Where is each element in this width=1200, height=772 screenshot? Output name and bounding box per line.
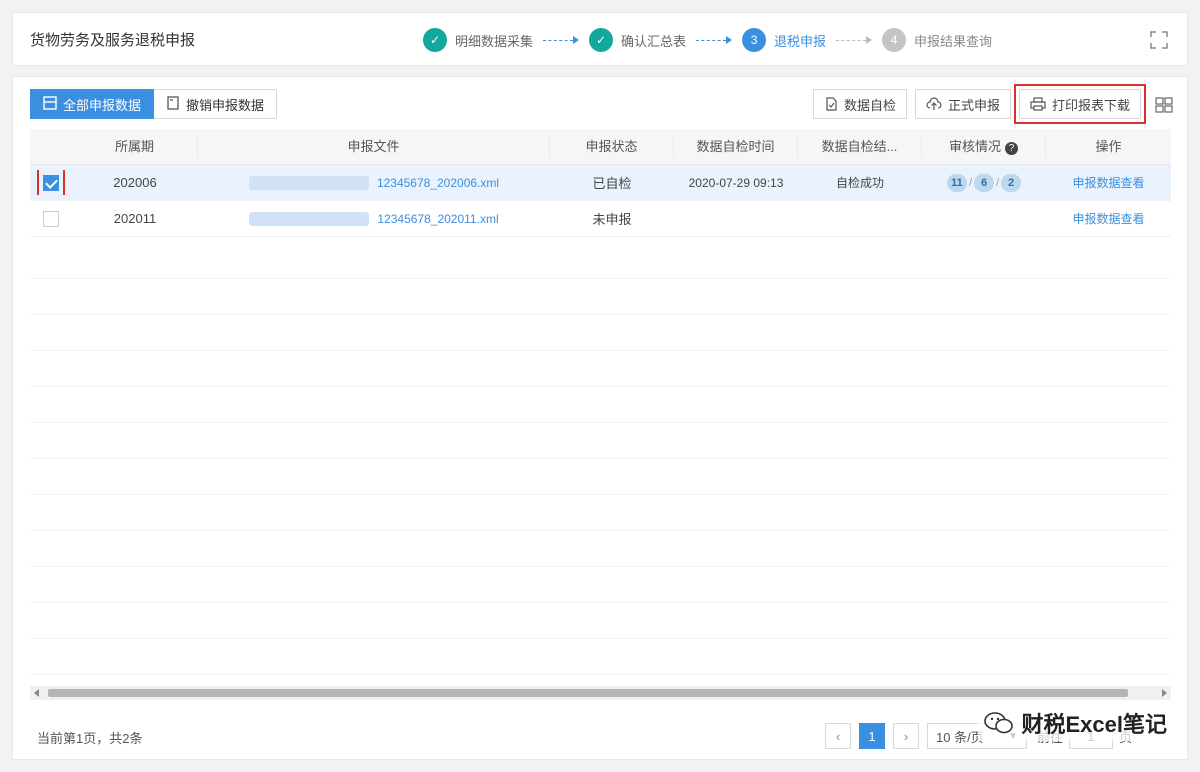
header-check-result: 数据自检结... [798, 136, 922, 157]
check-icon: ✓ [423, 28, 447, 52]
step-arrow-icon [836, 36, 873, 44]
data-selfcheck-button[interactable]: 数据自检 [812, 89, 907, 119]
period-cell: 202011 [113, 211, 157, 226]
audit-badge[interactable]: 2 [1001, 173, 1022, 192]
list-icon [43, 95, 57, 113]
column-settings-icon[interactable] [1155, 97, 1173, 113]
help-icon[interactable]: ? [1005, 141, 1018, 155]
header-audit: 审核情况? [922, 136, 1046, 157]
step-confirm-summary[interactable]: ✓ 确认汇总表 [589, 28, 686, 52]
next-page-button[interactable]: › [893, 723, 919, 749]
page-summary: 当前第1页，共2条 [37, 731, 143, 746]
formal-submit-button[interactable]: 正式申报 [914, 89, 1011, 119]
redacted-area [249, 212, 370, 227]
fullscreen-icon[interactable] [1149, 30, 1169, 50]
prev-page-button[interactable]: ‹ [825, 723, 851, 749]
check-time-cell: 2020-07-29 09:13 [688, 175, 784, 190]
audit-badge[interactable]: 6 [974, 173, 994, 192]
check-icon: ✓ [589, 28, 614, 52]
step-indicator: ✓ 明细数据采集 ✓ 确认汇总表 3 退税申报 4 申报结果查询 [423, 27, 992, 53]
header-period: 所属期 [72, 136, 198, 157]
file-check-icon [824, 97, 838, 111]
period-cell: 202006 [113, 175, 157, 190]
scroll-left-icon[interactable] [34, 689, 39, 697]
status-cell: 未申报 [592, 212, 632, 227]
table-header: 所属期 申报文件 申报状态 数据自检时间 数据自检结... 审核情况? 操作 [30, 129, 1171, 165]
upload-cloud-icon [926, 97, 942, 111]
header-file: 申报文件 [198, 136, 550, 157]
step-result-query[interactable]: 4 申报结果查询 [882, 28, 992, 52]
print-report-download-button[interactable]: 打印报表下载 [1013, 84, 1147, 124]
data-tabs: 全部申报数据 撤销申报数据 [30, 89, 278, 119]
top-bar: 货物劳务及服务退税申报 ✓ 明细数据采集 ✓ 确认汇总表 3 退税申报 4 申报… [12, 12, 1188, 66]
step-number: 4 [882, 28, 907, 52]
audit-badge[interactable]: 11 [946, 173, 967, 192]
audit-cell: 11 / 6 / 2 [922, 173, 1046, 192]
table-row[interactable]: 202006 12345678_202006.xml 已自检 2020-07-2… [30, 165, 1171, 201]
step-arrow-icon [696, 36, 733, 44]
page-number-button[interactable]: 1 [859, 723, 885, 749]
main-panel: 全部申报数据 撤销申报数据 数据自检 正式申报 打印报表下载 所属期 申报文件 … [12, 76, 1188, 760]
redacted-area [248, 176, 369, 191]
header-status: 申报状态 [550, 136, 674, 157]
status-cell: 已自检 [592, 176, 632, 191]
view-data-link[interactable]: 申报数据查看 [1072, 212, 1144, 226]
file-link[interactable]: 12345678_202006.xml [377, 176, 499, 190]
tab-cancel-declare-data[interactable]: 撤销申报数据 [154, 89, 278, 119]
page-title: 货物劳务及服务退税申报 [30, 32, 196, 49]
step-arrow-icon [543, 36, 580, 44]
view-data-link[interactable]: 申报数据查看 [1072, 176, 1144, 190]
printer-icon [1030, 97, 1046, 111]
wechat-icon [983, 711, 1014, 735]
step-refund-declare[interactable]: 3 退税申报 [742, 28, 826, 52]
check-result-cell: 自检成功 [835, 176, 884, 190]
header-check-time: 数据自检时间 [674, 136, 798, 157]
document-icon [166, 95, 180, 113]
step-detail-collect[interactable]: ✓ 明细数据采集 [423, 28, 533, 52]
watermark: 财税Excel笔记 [977, 705, 1173, 741]
horizontal-scrollbar[interactable] [30, 686, 1171, 700]
table-row[interactable]: 202011 12345678_202011.xml 未申报 申报数据查看 [30, 201, 1171, 237]
header-action: 操作 [1095, 138, 1122, 154]
declare-table: 所属期 申报文件 申报状态 数据自检时间 数据自检结... 审核情况? 操作 2… [30, 129, 1171, 237]
scroll-right-icon[interactable] [1162, 689, 1167, 697]
step-number: 3 [742, 28, 767, 52]
action-toolbar: 数据自检 正式申报 打印报表下载 [805, 84, 1147, 124]
tab-all-declare-data[interactable]: 全部申报数据 [30, 89, 155, 119]
empty-table-area [30, 243, 1171, 675]
file-link[interactable]: 12345678_202011.xml [377, 212, 498, 226]
row-checkbox[interactable] [43, 174, 59, 191]
row-checkbox[interactable] [43, 210, 59, 227]
scrollbar-thumb[interactable] [48, 689, 1128, 697]
